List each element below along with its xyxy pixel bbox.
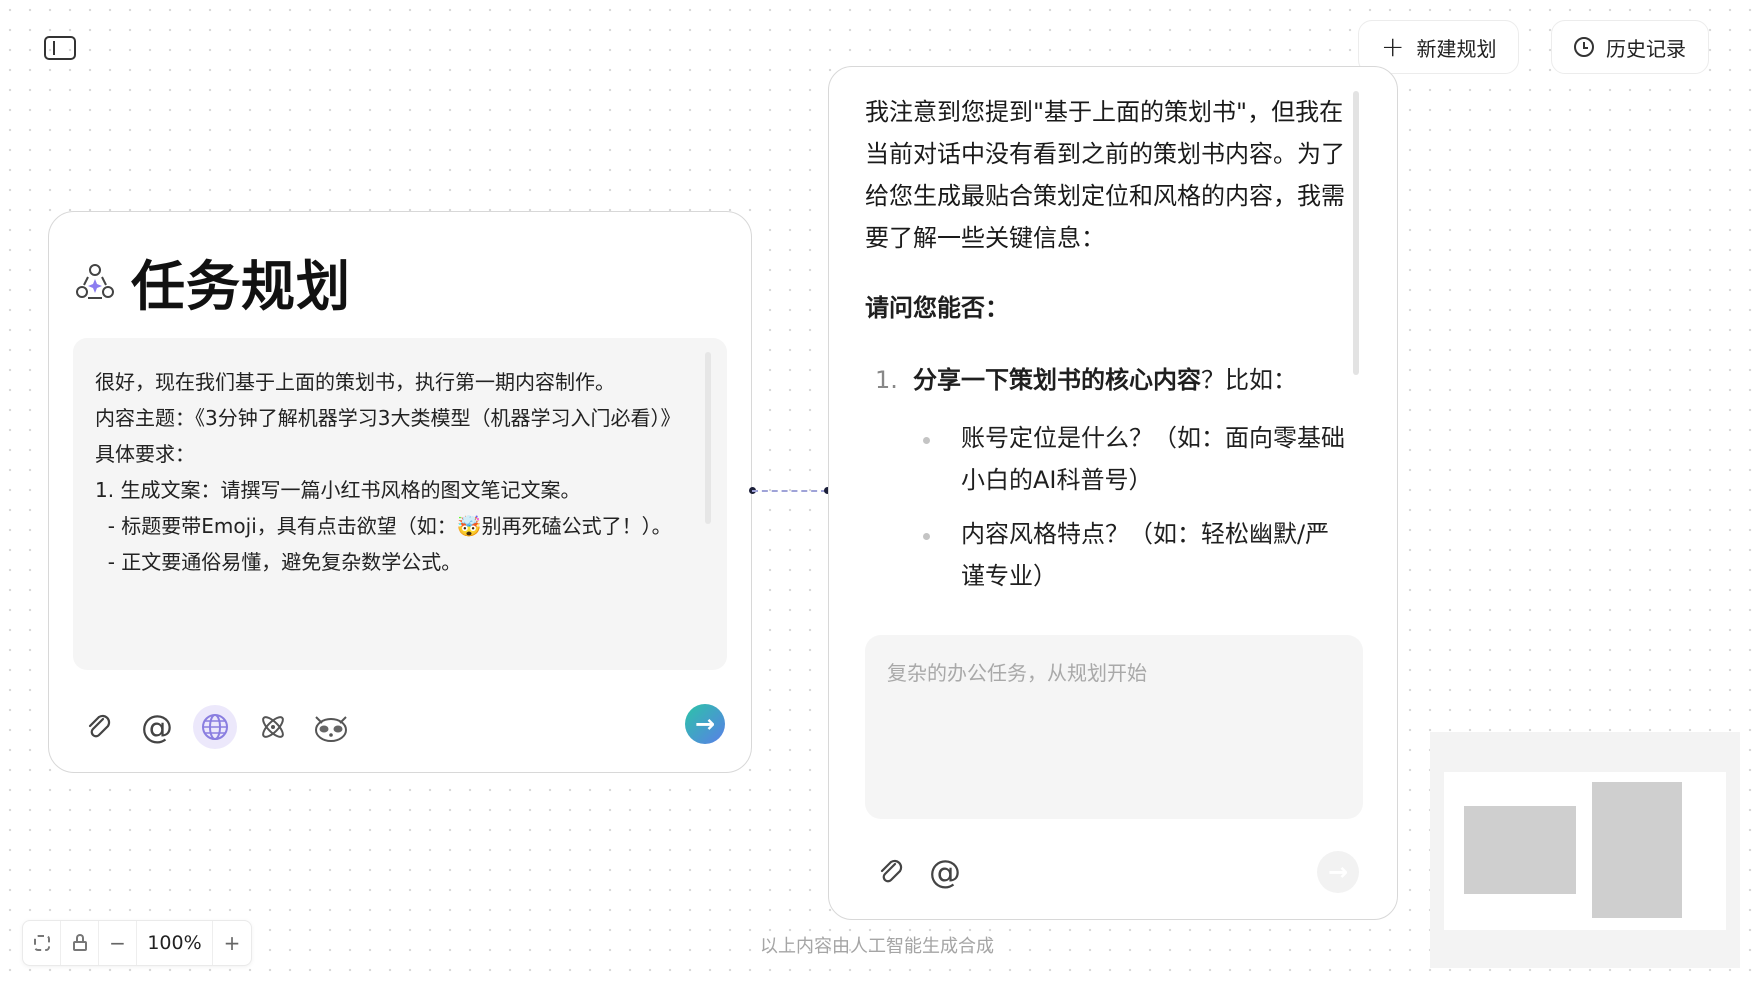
new-plan-button[interactable]: + 新建规划 [1358, 20, 1520, 74]
globe-icon[interactable] [193, 705, 237, 749]
response-scrollbar[interactable] [1353, 91, 1359, 375]
paperclip-icon[interactable] [869, 850, 913, 894]
atom-icon[interactable] [251, 705, 295, 749]
task-toolbar: @ [77, 702, 353, 752]
list-number: 1. [875, 366, 898, 394]
bullet-dot [923, 533, 930, 540]
zoom-out-button[interactable]: − [99, 921, 137, 965]
chat-input[interactable]: 复杂的办公任务，从规划开始 [865, 635, 1363, 819]
connector-line [752, 490, 827, 492]
response-intro: 我注意到您提到"基于上面的策划书"，但我在当前对话中没有看到之前的策划书内容。为… [865, 98, 1345, 252]
question-heading: 请问您能否： [865, 294, 1009, 322]
task-planning-icon [76, 264, 114, 299]
arrow-right-icon: → [694, 710, 716, 738]
history-label: 历史记录 [1606, 36, 1686, 61]
send-button[interactable]: → [685, 704, 725, 744]
prompt-text[interactable]: 很好，现在我们基于上面的策划书，执行第一期内容制作。 内容主题：《3分钟了解机器… [73, 338, 727, 670]
new-plan-label: 新建规划 [1416, 36, 1497, 61]
fit-view-button[interactable] [23, 921, 61, 965]
bullet-item: 账号定位是什么？（如：面向零基础小白的AI科普号） [961, 424, 1345, 494]
raccoon-icon[interactable] [309, 705, 353, 749]
at-icon[interactable]: @ [923, 850, 967, 894]
zoom-in-button[interactable]: + [213, 921, 251, 965]
lock-button[interactable] [61, 921, 99, 965]
list-item: 分享一下策划书的核心内容？比如： [913, 359, 1297, 401]
minimap[interactable] [1430, 732, 1740, 968]
task-planning-card[interactable]: 任务规划 很好，现在我们基于上面的策划书，执行第一期内容制作。 内容主题：《3分… [48, 211, 752, 773]
response-toolbar: @ [869, 847, 967, 897]
bullet-item: 内容风格特点？（如：轻松幽默/严谨专业） [961, 520, 1330, 590]
response-card[interactable]: 我注意到您提到"基于上面的策划书"，但我在当前对话中没有看到之前的策划书内容。为… [828, 66, 1398, 920]
lock-icon [72, 934, 87, 951]
list-item-bold: 分享一下策划书的核心内容 [913, 366, 1201, 394]
task-title: 任务规划 [131, 255, 351, 318]
minimap-node [1464, 806, 1576, 894]
zoom-level: 100% [137, 921, 213, 965]
minimap-viewport [1444, 772, 1726, 930]
fit-view-icon [33, 935, 50, 951]
history-button[interactable]: 历史记录 [1551, 20, 1709, 74]
bullet-dot [923, 437, 930, 444]
zoom-controls: − 100% + [22, 920, 252, 966]
at-icon[interactable]: @ [135, 705, 179, 749]
minimap-node [1592, 782, 1682, 918]
sidebar-toggle-icon[interactable] [44, 36, 76, 60]
prompt-scrollbar[interactable] [705, 352, 711, 524]
plus-icon: + [1381, 30, 1405, 63]
send-button-disabled[interactable]: → [1317, 851, 1359, 893]
arrow-right-icon: → [1327, 858, 1349, 886]
clock-icon [1574, 37, 1594, 57]
list-item-rest: ？比如： [1201, 366, 1297, 394]
ai-disclaimer: 以上内容由人工智能生成合成 [760, 936, 994, 957]
paperclip-icon[interactable] [77, 705, 121, 749]
